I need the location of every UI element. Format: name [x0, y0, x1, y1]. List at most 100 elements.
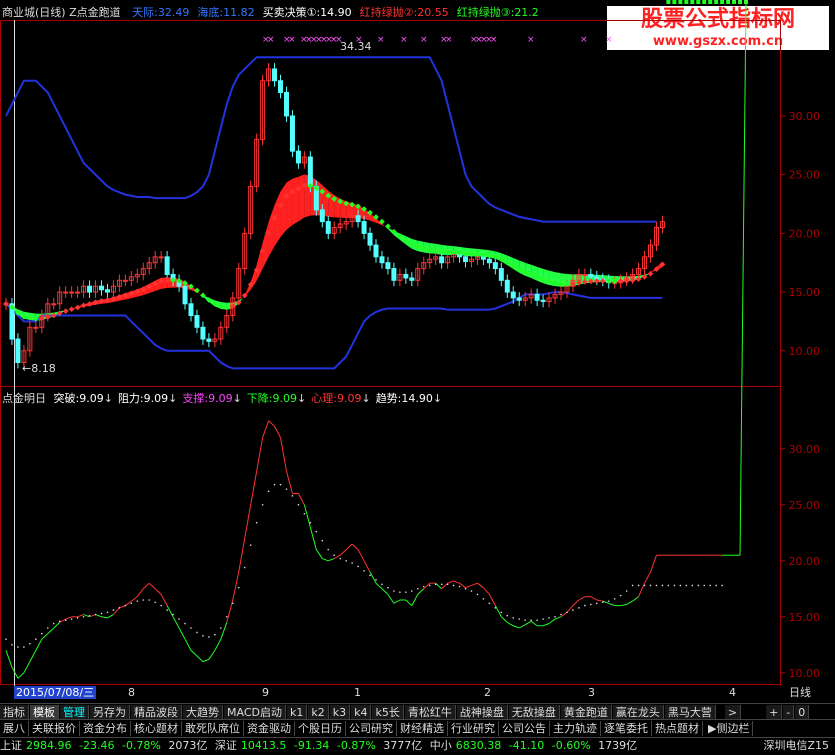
trend-segment — [136, 588, 144, 597]
trend-dot — [679, 584, 682, 587]
nav-item[interactable]: 核心题材 — [131, 721, 182, 736]
server-label[interactable]: 深圳电信Z15 — [763, 738, 829, 754]
band-lower-line — [5, 291, 663, 370]
signal-marker: × — [445, 35, 453, 45]
candle-body — [158, 256, 164, 259]
candle-body — [188, 303, 194, 317]
high-value: 34.34 — [340, 40, 372, 53]
nav-item[interactable]: 公司研究 — [346, 721, 397, 736]
y-tick-label: 30.00 — [789, 110, 821, 123]
trend-dot — [273, 483, 276, 486]
trend-dot — [464, 588, 467, 590]
chart-canvas[interactable]: 30.00 25.00 20.00 15.00 10.00 30.00 25.00 20.00… — [0, 0, 835, 686]
trend-dot — [231, 602, 234, 605]
nav-item[interactable]: 财经精选 — [397, 721, 448, 736]
candle-body — [373, 244, 379, 258]
trend-dot — [184, 622, 186, 625]
nav-item[interactable]: 资金驱动 — [244, 721, 295, 736]
trend-dot — [82, 616, 85, 618]
trend-dot — [625, 590, 628, 592]
trend-dot — [673, 584, 676, 587]
trend-dot — [470, 590, 473, 592]
trend-segment — [256, 437, 264, 472]
trend-dot — [697, 584, 700, 587]
arrow-down-icon: ↓ — [103, 392, 113, 405]
ribbon-segment — [268, 205, 275, 257]
trend-dot — [178, 618, 180, 620]
candle-body — [486, 258, 492, 264]
signal-marker: × — [580, 35, 588, 45]
trend-dot — [500, 611, 503, 614]
trend-segment — [351, 543, 359, 550]
trend-segment — [238, 538, 246, 573]
ribbon-segment — [298, 174, 305, 222]
trend-segment — [644, 571, 651, 584]
trend-segment — [542, 623, 550, 627]
trend-segment — [190, 650, 198, 657]
trend-dot — [488, 602, 491, 605]
trend-dot — [393, 590, 395, 592]
trend-dot — [512, 617, 515, 619]
y-tick-label: 15.00 — [789, 611, 821, 624]
trend-dot — [416, 588, 419, 590]
date-tick: 4 — [729, 686, 736, 699]
nav-item[interactable]: 行业研究 — [448, 721, 499, 736]
decision-dot — [678, 0, 683, 4]
nav-item[interactable]: 敢死队席位 — [182, 721, 244, 736]
lower-item-value: 14.90 — [401, 392, 433, 405]
candle-body — [540, 299, 546, 302]
trend-segment — [650, 555, 657, 573]
decision-dot — [702, 0, 707, 4]
sidebar-toggle[interactable]: ▶侧边栏 — [705, 721, 754, 736]
trend-dot — [357, 565, 359, 568]
trend-dot — [46, 627, 49, 629]
trend-segment — [345, 543, 353, 550]
zx-index: 6830.38 — [455, 739, 502, 752]
zx-label[interactable]: 中小 — [430, 739, 452, 752]
trend-dot — [249, 544, 252, 546]
trend-dot — [506, 614, 509, 617]
nav-item[interactable]: 关联报价 — [29, 721, 80, 736]
trend-segment — [441, 582, 448, 590]
trend-dot — [315, 530, 318, 533]
y-tick-label: 15.00 — [789, 286, 821, 299]
trend-segment — [513, 625, 520, 629]
trend-dot — [560, 613, 562, 616]
candle-body — [504, 279, 510, 293]
nav-item[interactable]: 热点题材 — [652, 721, 703, 736]
trend-dot — [106, 611, 109, 614]
nav-item[interactable]: 主力轨迹 — [550, 721, 601, 736]
trend-dot — [11, 644, 13, 646]
nav-item[interactable]: 逐笔委托 — [601, 721, 652, 736]
trend-segment — [101, 616, 108, 619]
nav-item[interactable]: 展八 — [0, 721, 29, 736]
trend-segment — [369, 571, 377, 584]
decision-dot — [80, 302, 87, 309]
trend-segment — [488, 594, 496, 606]
trend-dot — [220, 627, 222, 629]
trend-dot — [542, 618, 544, 620]
nav-item[interactable]: 公司公告 — [499, 721, 550, 736]
lower-item-label: 心理: — [311, 392, 337, 405]
sh-change: -23.46 — [79, 739, 115, 752]
sz-label[interactable]: 深证 — [215, 739, 237, 752]
trend-dot — [166, 609, 168, 611]
decision-dot — [672, 0, 677, 4]
lower-item-value: 9.09 — [336, 392, 362, 405]
trend-dot — [387, 586, 389, 589]
trend-dot — [142, 599, 145, 601]
trend-segment — [232, 571, 240, 601]
sh-label[interactable]: 上证 — [0, 739, 22, 752]
nav-item[interactable]: 个股日历 — [295, 721, 346, 736]
candle-body — [63, 291, 69, 294]
decision-dot — [62, 308, 69, 314]
trend-dot — [375, 579, 377, 581]
nav-item[interactable]: 资金分布 — [80, 721, 131, 736]
trend-segment — [142, 582, 150, 590]
trend-segment — [131, 596, 138, 602]
trend-dot — [399, 591, 401, 593]
y-tick-label: 10.00 — [789, 667, 821, 680]
trend-dot — [190, 627, 192, 629]
trend-segment — [274, 426, 281, 438]
trend-segment — [387, 594, 395, 604]
